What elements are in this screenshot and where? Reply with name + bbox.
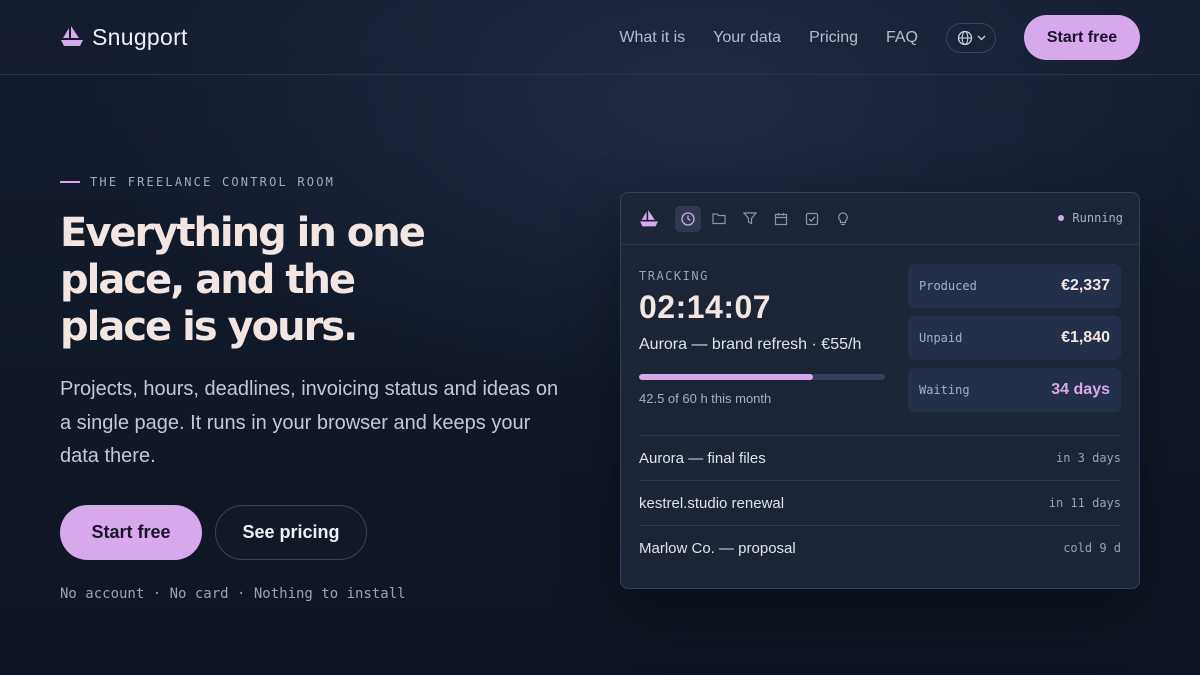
running-status: Running [1058,211,1123,225]
nav-link-pricing[interactable]: Pricing [809,29,858,47]
nav-link-what-it-is[interactable]: What it is [619,29,685,47]
top-nav: Snugport What it is Your data Pricing FA… [0,0,1200,75]
stat-label: Unpaid [919,331,963,345]
nav-start-free-button[interactable]: Start free [1024,15,1140,60]
task-due: in 11 days [1048,496,1121,510]
card-toolbar: Running [621,193,1139,245]
language-selector[interactable] [946,22,996,53]
timer-display: 02:14:07 [639,289,772,325]
boat-icon [61,26,83,46]
progress-fill [639,374,814,380]
status-text: Running [1072,211,1123,225]
nav-link-your-data[interactable]: Your data [713,29,781,47]
headline-line-2: place, and the [60,257,356,303]
stat-waiting: Waiting 34 days [908,368,1121,412]
clock-icon[interactable] [675,205,701,232]
lightbulb-icon[interactable] [830,206,856,232]
headline-line-1: Everything in one [60,210,426,256]
fine-print: No account · No card · Nothing to instal… [60,586,406,602]
task-row[interactable]: Marlow Co. — proposal cold 9 d [639,525,1121,570]
headline-line-3: place is yours. [60,304,358,350]
stat-value: €1,840 [1061,329,1110,346]
filter-icon[interactable] [737,206,763,232]
nav-link-faq[interactable]: FAQ [886,29,918,47]
checkbox-icon[interactable] [799,206,825,232]
app-preview-card: Running TRACKING 02:14:07 Aurora — brand… [620,192,1140,589]
start-free-button[interactable]: Start free [60,505,202,560]
stat-value: €2,337 [1061,277,1110,294]
eyebrow-accent-line [60,181,80,183]
task-name: Aurora — final files [639,449,766,467]
boat-icon [636,206,662,232]
folder-icon[interactable] [706,206,732,232]
task-due: in 3 days [1055,451,1121,465]
nav-links: What it is Your data Pricing FAQ Start f… [619,15,1140,60]
stat-unpaid: Unpaid €1,840 [908,316,1121,360]
calendar-icon[interactable] [768,206,794,232]
task-row[interactable]: Aurora — final files in 3 days [639,435,1121,480]
status-dot [1058,215,1065,221]
hero-lede: Projects, hours, deadlines, invoicing st… [60,378,559,467]
brand[interactable]: Snugport [60,24,188,51]
stat-value: 34 days [1051,381,1110,398]
stat-label: Produced [919,279,977,293]
stat-produced: Produced €2,337 [908,264,1121,308]
see-pricing-button[interactable]: See pricing [215,505,367,560]
stat-label: Waiting [919,383,970,397]
tracking-label: TRACKING [639,269,709,283]
chevron-down-icon [977,35,985,40]
task-name: kestrel.studio renewal [639,494,785,512]
hero-headline: Everything in one place, and the place i… [60,210,500,351]
task-name: Marlow Co. — proposal [639,539,796,557]
eyebrow-text: THE FREELANCE CONTROL ROOM [90,175,336,189]
brand-name: Snugport [92,23,188,50]
task-row[interactable]: kestrel.studio renewal in 11 days [639,480,1121,525]
tracked-project: Aurora — brand refresh · €55/h [639,336,862,353]
task-due: cold 9 d [1063,541,1121,555]
hours-summary: 42.5 of 60 h this month [639,391,772,406]
monthly-hours-progress [639,374,885,380]
hero-eyebrow: THE FREELANCE CONTROL ROOM [60,175,335,189]
globe-icon [957,30,972,45]
